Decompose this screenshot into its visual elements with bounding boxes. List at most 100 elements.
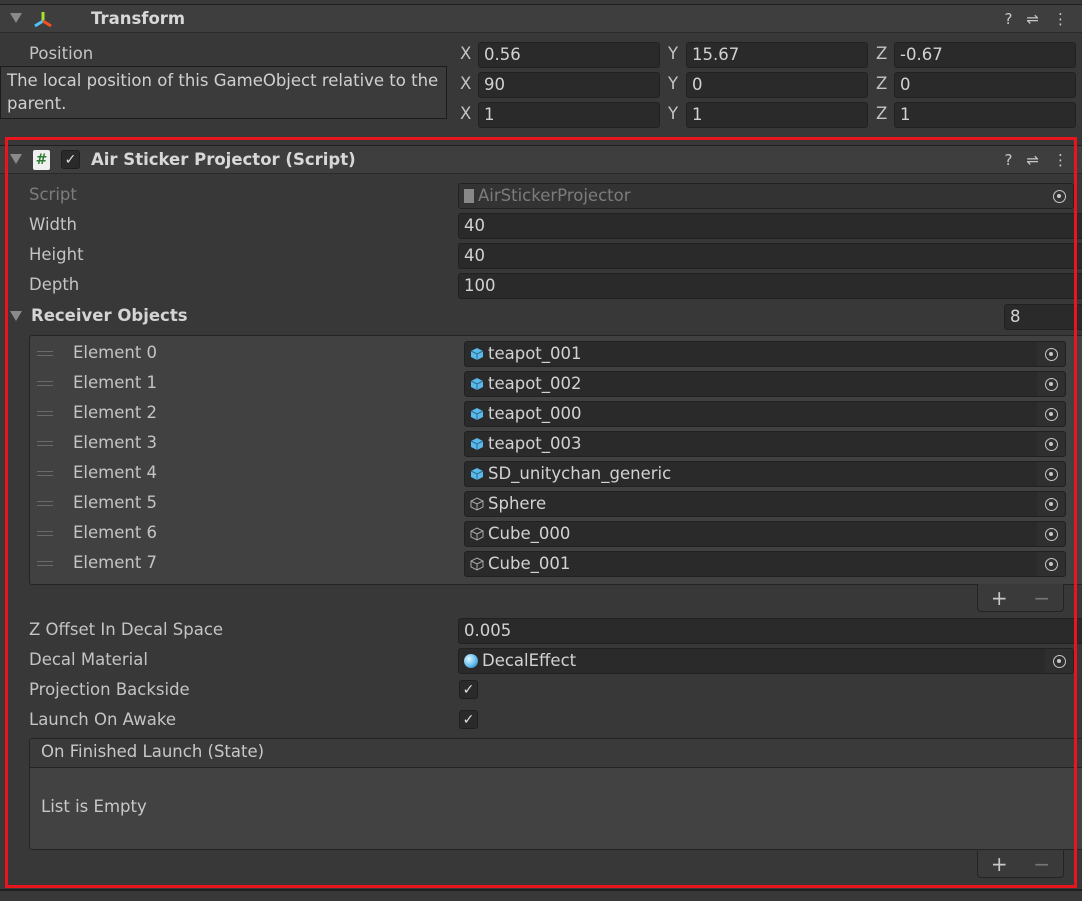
event-footer: + − bbox=[977, 850, 1064, 878]
element-field[interactable]: Cube_001 bbox=[464, 551, 1066, 577]
axis-y-label: Y bbox=[668, 44, 679, 63]
remove-element-button[interactable]: − bbox=[1033, 586, 1050, 610]
element-field[interactable]: teapot_001 bbox=[464, 341, 1066, 367]
object-picker-icon[interactable] bbox=[1037, 462, 1065, 486]
material-label: Decal Material bbox=[29, 650, 148, 669]
transform-y-input[interactable]: 15.67 bbox=[686, 42, 868, 68]
component-enabled-checkbox[interactable]: ✓ bbox=[61, 150, 80, 169]
help-icon[interactable]: ? bbox=[1004, 10, 1012, 28]
element-label: Element 0 bbox=[73, 343, 158, 362]
zoffset-input[interactable]: 0.005 bbox=[458, 618, 1082, 644]
element-label: Element 5 bbox=[73, 493, 158, 512]
drag-handle-icon[interactable] bbox=[37, 471, 53, 476]
drag-handle-icon[interactable] bbox=[37, 561, 53, 566]
element-label: Element 1 bbox=[73, 373, 158, 392]
prefab-icon bbox=[470, 468, 484, 480]
transform-icon bbox=[34, 12, 52, 28]
height-input[interactable]: 40 bbox=[458, 243, 1082, 269]
drag-handle-icon[interactable] bbox=[37, 411, 53, 416]
axis-z-label: Z bbox=[876, 104, 888, 123]
object-picker-icon[interactable] bbox=[1037, 522, 1065, 546]
transform-x-input[interactable]: 90 bbox=[478, 72, 660, 98]
backside-checkbox[interactable]: ✓ bbox=[459, 680, 478, 699]
fold-arrow-icon[interactable] bbox=[10, 154, 22, 164]
element-field[interactable]: teapot_002 bbox=[464, 371, 1066, 397]
gameobject-icon bbox=[470, 557, 484, 571]
axis-z-label: Z bbox=[876, 74, 888, 93]
transform-z-input[interactable]: -0.67 bbox=[894, 42, 1076, 68]
depth-input[interactable]: 100 bbox=[458, 273, 1082, 299]
receivers-size-input[interactable]: 8 bbox=[1004, 304, 1082, 330]
drag-handle-icon[interactable] bbox=[37, 351, 53, 356]
element-field[interactable]: Cube_000 bbox=[464, 521, 1066, 547]
transform-0-label: Position bbox=[29, 44, 94, 63]
object-picker-icon[interactable] bbox=[1037, 372, 1065, 396]
transform-y-input[interactable]: 0 bbox=[686, 72, 868, 98]
zoffset-label: Z Offset In Decal Space bbox=[29, 620, 224, 639]
add-event-button[interactable]: + bbox=[991, 852, 1008, 876]
event-empty-text: List is Empty bbox=[41, 797, 147, 816]
fold-arrow-icon[interactable] bbox=[10, 13, 22, 23]
transform-y-input[interactable]: 1 bbox=[686, 102, 868, 128]
element-field[interactable]: teapot_003 bbox=[464, 431, 1066, 457]
gameobject-icon bbox=[470, 527, 484, 541]
object-picker-icon[interactable] bbox=[1037, 552, 1065, 576]
script-icon: # bbox=[33, 150, 50, 170]
drag-handle-icon[interactable] bbox=[37, 441, 53, 446]
prefab-icon bbox=[470, 408, 484, 420]
height-label: Height bbox=[29, 245, 84, 264]
script-header[interactable]: # ✓ Air Sticker Projector (Script) ? ⇌ ⋮ bbox=[0, 145, 1082, 174]
axis-y-label: Y bbox=[668, 104, 679, 123]
more-icon[interactable]: ⋮ bbox=[1053, 151, 1068, 169]
divider bbox=[0, 889, 1082, 891]
prefab-icon bbox=[470, 378, 484, 390]
axis-z-label: Z bbox=[876, 44, 888, 63]
transform-z-input[interactable]: 1 bbox=[894, 102, 1076, 128]
remove-event-button[interactable]: − bbox=[1033, 852, 1050, 876]
object-picker-icon[interactable] bbox=[1037, 342, 1065, 366]
element-field[interactable]: SD_unitychan_generic bbox=[464, 461, 1066, 487]
backside-label: Projection Backside bbox=[29, 680, 190, 699]
component-title: Transform bbox=[91, 9, 186, 28]
object-picker-icon[interactable] bbox=[1037, 402, 1065, 426]
object-picker-icon[interactable] bbox=[1037, 432, 1065, 456]
preset-icon[interactable]: ⇌ bbox=[1026, 10, 1039, 28]
element-field[interactable]: teapot_000 bbox=[464, 401, 1066, 427]
event-box: On Finished Launch (State) List is Empty bbox=[29, 738, 1082, 850]
script-label: Script bbox=[29, 185, 77, 204]
help-icon[interactable]: ? bbox=[1004, 151, 1012, 169]
add-element-button[interactable]: + bbox=[991, 586, 1008, 610]
tooltip: The local position of this GameObject re… bbox=[0, 66, 447, 119]
transform-x-input[interactable]: 1 bbox=[478, 102, 660, 128]
depth-label: Depth bbox=[29, 275, 80, 294]
width-input[interactable]: 40 bbox=[458, 213, 1082, 239]
axis-x-label: X bbox=[460, 44, 472, 63]
drag-handle-icon[interactable] bbox=[37, 381, 53, 386]
material-field[interactable]: DecalEffect bbox=[458, 648, 1074, 674]
prefab-icon bbox=[470, 348, 484, 360]
element-label: Element 2 bbox=[73, 403, 158, 422]
drag-handle-icon[interactable] bbox=[37, 531, 53, 536]
prefab-icon bbox=[470, 438, 484, 450]
element-label: Element 6 bbox=[73, 523, 158, 542]
preset-icon[interactable]: ⇌ bbox=[1026, 151, 1039, 169]
receivers-label[interactable]: Receiver Objects bbox=[31, 306, 188, 325]
script-field: AirStickerProjector bbox=[458, 183, 1074, 209]
gameobject-icon bbox=[470, 497, 484, 511]
transform-header[interactable]: Transform ? ⇌ ⋮ bbox=[0, 4, 1082, 33]
object-picker-icon[interactable] bbox=[1045, 649, 1073, 673]
awake-checkbox[interactable]: ✓ bbox=[459, 710, 478, 729]
component-title: Air Sticker Projector (Script) bbox=[91, 150, 356, 169]
element-field[interactable]: Sphere bbox=[464, 491, 1066, 517]
transform-x-input[interactable]: 0.56 bbox=[478, 42, 660, 68]
object-picker-icon[interactable] bbox=[1037, 492, 1065, 516]
element-label: Element 7 bbox=[73, 553, 158, 572]
more-icon[interactable]: ⋮ bbox=[1053, 10, 1068, 28]
event-title: On Finished Launch (State) bbox=[30, 739, 1082, 768]
fold-arrow-icon[interactable] bbox=[10, 311, 22, 321]
axis-x-label: X bbox=[460, 104, 472, 123]
drag-handle-icon[interactable] bbox=[37, 501, 53, 506]
axis-y-label: Y bbox=[668, 74, 679, 93]
transform-z-input[interactable]: 0 bbox=[894, 72, 1076, 98]
receivers-footer: + − bbox=[977, 584, 1064, 612]
